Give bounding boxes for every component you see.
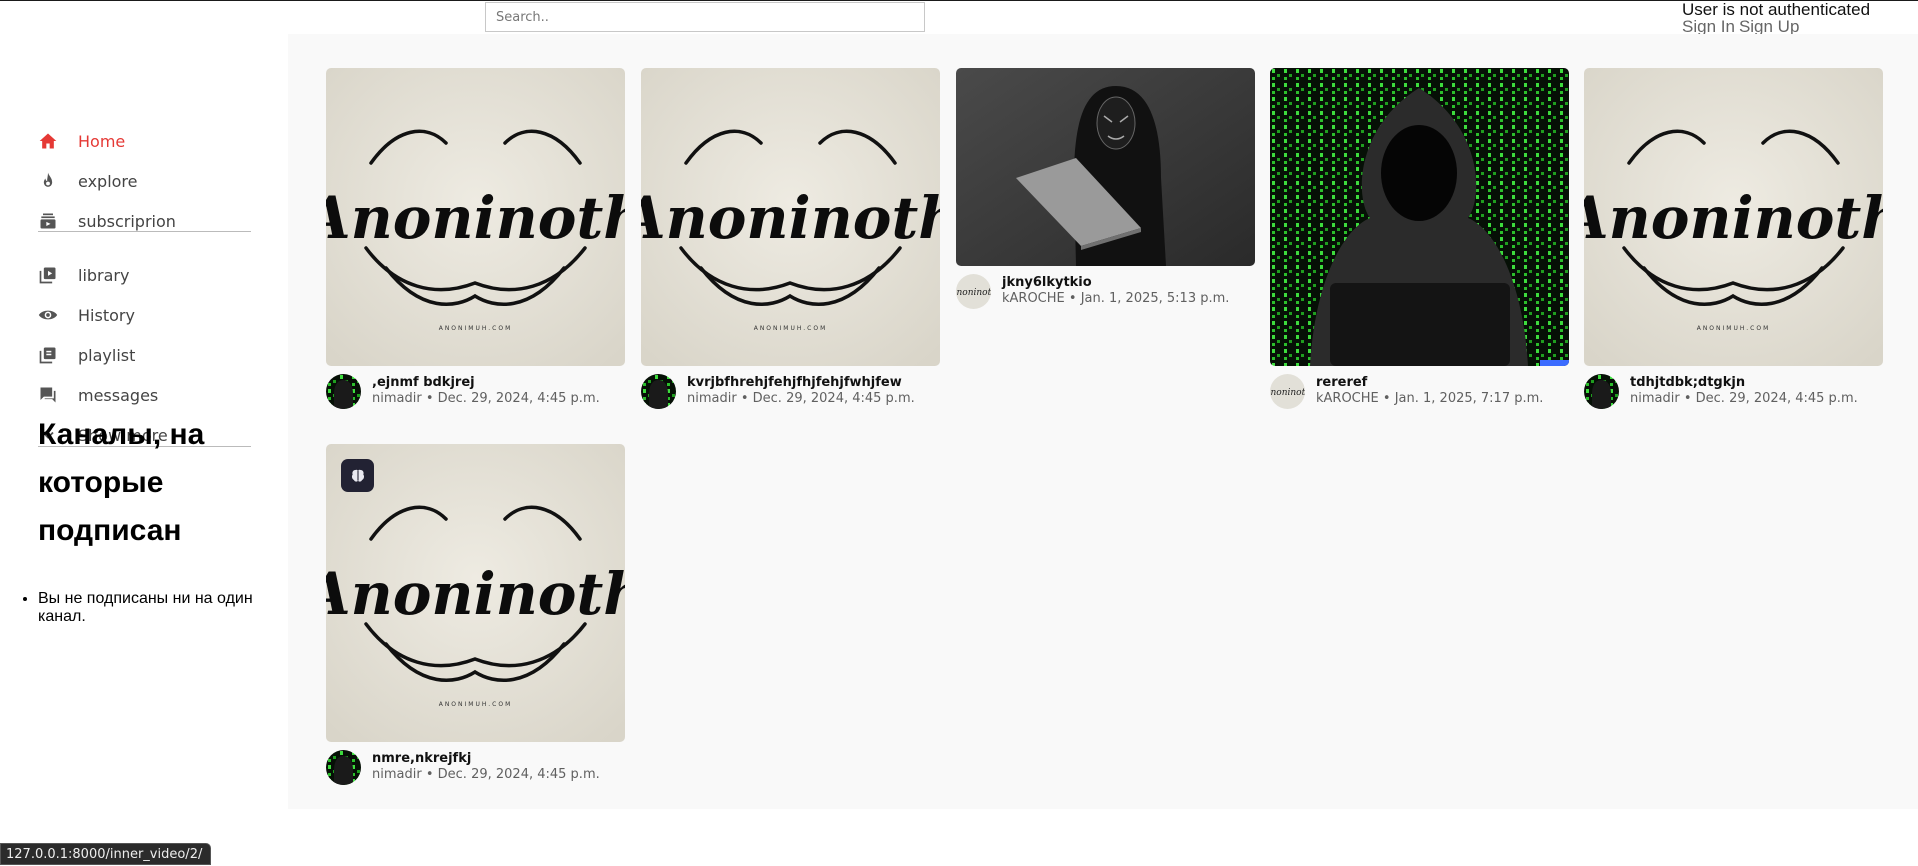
sidebar-item-home[interactable]: Home [38, 121, 268, 161]
channels-empty-message: Вы не подписаны ни на один канал. [38, 590, 288, 626]
video-meta: nimadir • Dec. 29, 2024, 4:45 p.m. [687, 391, 915, 406]
subscribed-channels-heading: Каналы, на которые подписан [38, 418, 205, 547]
video-thumbnail[interactable]: Anoninoth ANONIMUH.COM [326, 444, 625, 742]
logo-wordmark: Anoninoth [326, 560, 625, 628]
sidebar-divider [38, 231, 251, 232]
playlist-icon [38, 345, 58, 365]
sidebar-item-explore[interactable]: explore [38, 161, 268, 201]
sidebar-item-history[interactable]: History [38, 295, 268, 335]
video-card[interactable]: Anoninoth ANONIMUH.COM tdhjtdbk;dtgkjn n… [1584, 68, 1883, 418]
video-card[interactable]: Anoninoth ANONIMUH.COM ,ejnmf bdkjrej ni… [326, 68, 625, 418]
sidebar-item-label: subscriprion [78, 211, 176, 231]
library-icon [38, 265, 58, 285]
video-grid: Anoninoth ANONIMUH.COM ,ejnmf bdkjrej ni… [288, 34, 1918, 809]
video-thumbnail[interactable] [1270, 68, 1569, 366]
logo-wordmark: Anoninoth [1584, 184, 1883, 252]
video-date: Dec. 29, 2024, 4:45 p.m. [1695, 391, 1858, 406]
logo-url-text: ANONIMUH.COM [439, 701, 513, 708]
video-date: Jan. 1, 2025, 5:13 p.m. [1080, 291, 1230, 306]
logo-wordmark: Anoninoth [956, 288, 991, 298]
sidebar-item-library[interactable]: library [38, 255, 268, 295]
video-title[interactable]: nmre,nkrejfkj [372, 751, 471, 766]
avatar[interactable] [641, 374, 676, 409]
video-meta: kAROCHE • Jan. 1, 2025, 7:17 p.m. [1316, 391, 1544, 406]
video-card[interactable]: Anoninoth ANONIMUH.COM nmre,nkrejfkj nim… [326, 444, 625, 794]
subscribed-channels-list: Вы не подписаны ни на один канал. [20, 590, 288, 626]
video-meta: nimadir • Dec. 29, 2024, 4:45 p.m. [372, 767, 600, 782]
eye-icon [38, 305, 58, 325]
logo-url-text: ANONIMUH.COM [439, 325, 513, 332]
subscriptions-icon [38, 211, 58, 231]
video-author[interactable]: nimadir [372, 767, 422, 782]
video-author[interactable]: nimadir [372, 391, 422, 406]
video-thumbnail[interactable]: Anoninoth ANONIMUH.COM [1584, 68, 1883, 366]
video-date: Dec. 29, 2024, 4:45 p.m. [752, 391, 915, 406]
logo-url-text: ANONIMUH.COM [1697, 325, 1771, 332]
search-input[interactable] [485, 2, 925, 32]
flame-icon [38, 171, 58, 191]
extension-icon[interactable] [341, 459, 374, 492]
sidebar-item-label: Home [78, 131, 126, 151]
video-title[interactable]: ,ejnmf bdkjrej [372, 375, 475, 390]
sidebar-item-subscriptions[interactable]: subscriprion [38, 201, 268, 241]
logo-url-text: ANONIMUH.COM [754, 325, 828, 332]
video-date: Dec. 29, 2024, 4:45 p.m. [437, 391, 600, 406]
logo-wordmark: Anoninoth [326, 184, 625, 252]
sidebar-item-label: messages [78, 385, 159, 405]
video-meta: nimadir • Dec. 29, 2024, 4:45 p.m. [1630, 391, 1858, 406]
messages-icon [38, 385, 58, 405]
avatar[interactable]: Anoninoth [1270, 374, 1305, 409]
top-bar: User is not authenticated Sign InSign Up [0, 0, 1918, 35]
avatar[interactable] [326, 374, 361, 409]
video-card[interactable]: Anoninoth jkny6lkytkio kAROCHE • Jan. 1,… [956, 68, 1255, 318]
avatar[interactable]: Anoninoth [956, 274, 991, 309]
sidebar-item-playlist[interactable]: playlist [38, 335, 268, 375]
sidebar-item-messages[interactable]: messages [38, 375, 268, 415]
video-date: Jan. 1, 2025, 7:17 p.m. [1394, 391, 1544, 406]
video-card[interactable]: Anoninoth rereref kAROCHE • Jan. 1, 2025… [1270, 68, 1569, 418]
video-author[interactable]: kAROCHE [1316, 391, 1379, 406]
video-thumbnail[interactable]: Anoninoth ANONIMUH.COM [326, 68, 625, 366]
video-title[interactable]: kvrjbfhrehjfehjfhjfehjfwhjfew [687, 375, 902, 390]
video-title[interactable]: jkny6lkytkio [1002, 275, 1092, 290]
video-title[interactable]: rereref [1316, 375, 1367, 390]
status-bar-url: 127.0.0.1:8000/inner_video/2/ [0, 843, 212, 865]
video-meta: nimadir • Dec. 29, 2024, 4:45 p.m. [372, 391, 600, 406]
video-thumbnail[interactable]: Anoninoth ANONIMUH.COM [641, 68, 940, 366]
video-author[interactable]: nimadir [687, 391, 737, 406]
auth-area: User is not authenticated Sign In Sign Up [1682, 1, 1870, 35]
avatar[interactable] [1584, 374, 1619, 409]
video-thumbnail[interactable] [956, 68, 1255, 266]
sidebar-item-label: library [78, 265, 130, 285]
video-date: Dec. 29, 2024, 4:45 p.m. [437, 767, 600, 782]
video-author[interactable]: kAROCHE [1002, 291, 1065, 306]
video-meta: kAROCHE • Jan. 1, 2025, 5:13 p.m. [1002, 291, 1230, 306]
video-card[interactable]: Anoninoth ANONIMUH.COM kvrjbfhrehjfehjfh… [641, 68, 940, 418]
avatar[interactable] [326, 750, 361, 785]
video-author[interactable]: nimadir [1630, 391, 1680, 406]
sidebar-item-label: playlist [78, 345, 136, 365]
logo-wordmark: Anoninoth [1270, 388, 1305, 398]
home-icon [38, 131, 58, 151]
video-title[interactable]: tdhjtdbk;dtgkjn [1630, 375, 1745, 390]
sidebar-item-label: explore [78, 171, 138, 191]
auth-status: User is not authenticated [1682, 0, 1871, 19]
sidebar-item-label: History [78, 305, 135, 325]
logo-wordmark: Anoninoth [641, 184, 940, 252]
